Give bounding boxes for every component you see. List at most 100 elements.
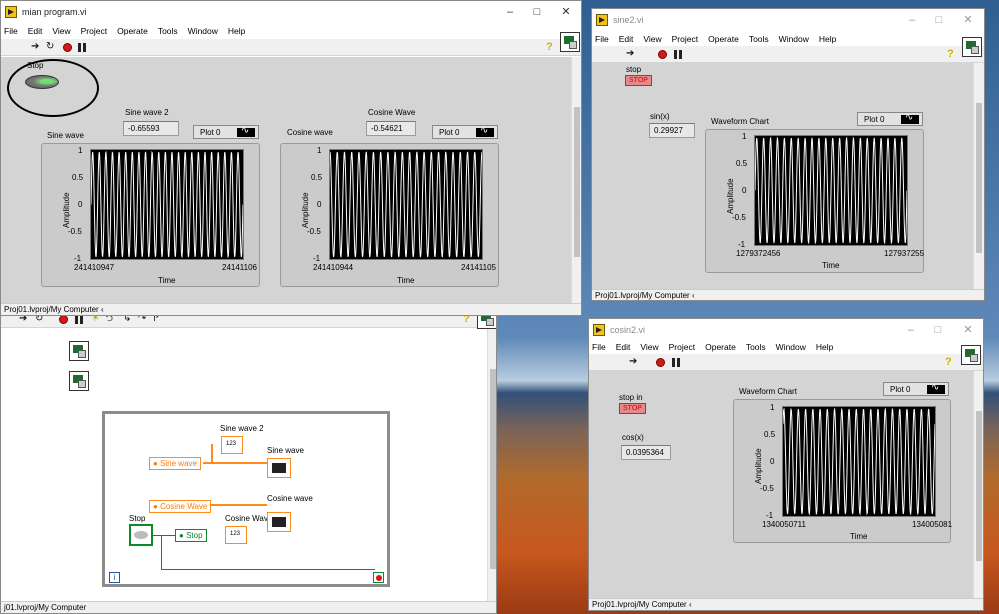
menu-help[interactable]: Help xyxy=(816,342,833,352)
menu-operate[interactable]: Operate xyxy=(117,26,148,36)
menu-view[interactable]: View xyxy=(52,26,70,36)
help-icon[interactable]: ? xyxy=(546,41,553,53)
sine-plot-legend[interactable]: Plot 0 xyxy=(193,125,259,139)
run-continuous-icon[interactable]: ↻ xyxy=(46,42,54,52)
abort-icon[interactable] xyxy=(658,50,667,59)
diagram-sine2-label: Sine wave 2 xyxy=(220,424,264,433)
minimize-icon[interactable]: – xyxy=(501,4,519,20)
run-arrow-icon[interactable]: ➔ xyxy=(629,357,637,367)
diagram-vscroll[interactable] xyxy=(487,329,496,601)
sine2-stop-button[interactable]: STOP xyxy=(625,75,652,86)
cosin2-plot-legend[interactable]: Plot 0 xyxy=(883,382,949,396)
vi-icon xyxy=(961,345,981,365)
maximize-icon[interactable]: □ xyxy=(930,12,948,28)
help-icon[interactable]: ? xyxy=(945,356,952,368)
menu-project[interactable]: Project xyxy=(669,342,695,352)
main-vscroll[interactable] xyxy=(571,57,581,303)
menu-tools[interactable]: Tools xyxy=(158,26,178,36)
menu-help[interactable]: Help xyxy=(228,26,245,36)
menu-edit[interactable]: Edit xyxy=(616,342,631,352)
pause-icon[interactable] xyxy=(674,50,682,59)
menu-file[interactable]: File xyxy=(592,342,606,352)
menu-view[interactable]: View xyxy=(643,34,661,44)
help-icon[interactable]: ? xyxy=(947,48,954,60)
stop-control-terminal[interactable] xyxy=(129,524,153,546)
cos-plot-legend[interactable]: Plot 0 xyxy=(432,125,498,139)
sine2-front-panel: stop STOP sin(x) 0.29927 Waveform Chart … xyxy=(592,63,973,289)
run-arrow-icon[interactable]: ➔ xyxy=(626,49,634,59)
sine-plot-area[interactable] xyxy=(90,149,244,260)
cosin2-stop-button[interactable]: STOP xyxy=(619,403,646,414)
main-vscroll-thumb[interactable] xyxy=(574,107,580,257)
cos-plot-legend-text: Plot 0 xyxy=(439,128,460,137)
sine2-vscroll[interactable] xyxy=(973,63,984,289)
stop-global-ref[interactable]: ● Stop xyxy=(175,529,207,542)
sine2-indicator: -0.65593 xyxy=(123,121,179,136)
main-status-text: Proj01.lvproj/My Computer xyxy=(4,305,99,314)
run-arrow-icon[interactable]: ➔ xyxy=(31,42,39,52)
menu-file[interactable]: File xyxy=(595,34,609,44)
cos-trace xyxy=(329,151,483,258)
minimize-icon[interactable]: – xyxy=(902,322,920,338)
close-icon[interactable]: ✕ xyxy=(959,12,977,28)
menu-tools[interactable]: Tools xyxy=(746,342,766,352)
cosin2-window: cosin2.vi – □ ✕ File Edit View Project O… xyxy=(588,318,984,611)
cos-chart[interactable]: 1 0.5 0 -0.5 -1 Amplitude 241410944 2414… xyxy=(280,143,499,287)
abort-icon[interactable] xyxy=(656,358,665,367)
diagram-vscroll-thumb[interactable] xyxy=(490,369,496,569)
menu-help[interactable]: Help xyxy=(819,34,836,44)
scroll-left-icon[interactable]: ‹ xyxy=(101,305,104,314)
cosin2-x-start: 1340050711 xyxy=(762,520,806,529)
cosin2-window-title: cosin2.vi xyxy=(610,325,646,335)
cos-wave-global-ref[interactable]: ● Cosine Wave xyxy=(149,500,212,513)
menu-project[interactable]: Project xyxy=(672,34,698,44)
menu-window[interactable]: Window xyxy=(188,26,218,36)
menu-operate[interactable]: Operate xyxy=(705,342,736,352)
subvi-icon-sine2[interactable] xyxy=(69,341,89,361)
menu-edit[interactable]: Edit xyxy=(28,26,43,36)
cos2-indicator-terminal[interactable]: 123 xyxy=(225,526,247,544)
cosin2-vscroll[interactable] xyxy=(973,371,983,599)
menu-file[interactable]: File xyxy=(4,26,18,36)
menu-tools[interactable]: Tools xyxy=(749,34,769,44)
sine2-plot-legend[interactable]: Plot 0 xyxy=(857,112,923,126)
menu-window[interactable]: Window xyxy=(779,34,809,44)
close-icon[interactable]: ✕ xyxy=(959,322,977,338)
sine-wave-global-ref[interactable]: ● Sine wave xyxy=(149,457,201,470)
cosin2-vscroll-thumb[interactable] xyxy=(976,411,982,561)
menu-edit[interactable]: Edit xyxy=(619,34,634,44)
menu-window[interactable]: Window xyxy=(776,342,806,352)
sine2-plot-area[interactable] xyxy=(754,135,908,246)
sine2-vscroll-thumb[interactable] xyxy=(976,103,982,253)
pause-icon[interactable] xyxy=(75,315,83,324)
sine-chart[interactable]: 1 0.5 0 -0.5 -1 Amplitude 241410947 2414… xyxy=(41,143,260,287)
loop-condition-icon[interactable] xyxy=(373,572,384,583)
menu-view[interactable]: View xyxy=(640,342,658,352)
cos-plot-area[interactable] xyxy=(329,149,483,260)
subvi-icon-cosin2[interactable] xyxy=(69,371,89,391)
pause-icon[interactable] xyxy=(78,43,86,52)
sine2-indicator-terminal[interactable]: 123 xyxy=(221,436,243,454)
while-loop[interactable]: Sine wave 2 123 Sine wave ● Sine wave Co… xyxy=(102,411,390,587)
maximize-icon[interactable]: □ xyxy=(929,322,947,338)
scroll-left-icon[interactable]: ‹ xyxy=(689,600,692,609)
minimize-icon[interactable]: – xyxy=(903,12,921,28)
sine2-ylabel: Amplitude xyxy=(726,178,735,214)
close-icon[interactable]: ✕ xyxy=(557,4,575,20)
wire-stop-down xyxy=(161,535,162,569)
sine2-chart[interactable]: 1 0.5 0 -0.5 -1 Amplitude 1279372456 127… xyxy=(705,129,924,273)
pause-icon[interactable] xyxy=(672,358,680,367)
scroll-left-icon[interactable]: ‹ xyxy=(692,291,695,300)
cos-chart-terminal[interactable] xyxy=(267,512,291,532)
menu-project[interactable]: Project xyxy=(81,26,107,36)
maximize-icon[interactable]: □ xyxy=(528,4,546,20)
cosin2-plot-area[interactable] xyxy=(782,406,936,517)
abort-icon[interactable] xyxy=(59,315,68,324)
abort-icon[interactable] xyxy=(63,43,72,52)
sine-chart-terminal[interactable] xyxy=(267,458,291,478)
y-tick-m1: -1 xyxy=(738,240,746,249)
y-tick-0: 0 xyxy=(317,200,322,209)
cosin2-chart[interactable]: 1 0.5 0 -0.5 -1 Amplitude 1340050711 134… xyxy=(733,399,952,543)
menu-operate[interactable]: Operate xyxy=(708,34,739,44)
sine-chart-label: Sine wave xyxy=(47,131,84,140)
